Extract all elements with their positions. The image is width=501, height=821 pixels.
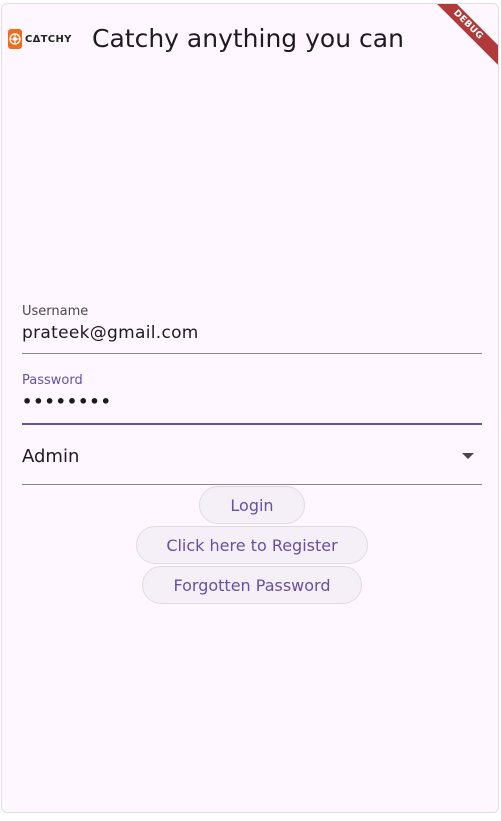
login-button[interactable]: Login [199, 486, 305, 524]
app-window: CΔTCHY Catchy anything you can DEBUG Use… [1, 3, 499, 813]
app-logo: CΔTCHY [8, 28, 71, 50]
password-field[interactable]: Password •••••••• [22, 372, 482, 426]
password-input[interactable]: •••••••• [22, 390, 482, 414]
password-label: Password [22, 373, 83, 388]
dropdown-arrow-icon [462, 453, 474, 459]
role-underline [22, 484, 482, 485]
page-title: Catchy anything you can [92, 24, 404, 53]
username-input[interactable]: prateek@gmail.com [22, 321, 482, 345]
password-underline [22, 423, 482, 425]
logo-badge-icon [8, 29, 22, 49]
username-underline [22, 353, 482, 354]
role-dropdown-value: Admin [22, 446, 80, 467]
forgot-password-button[interactable]: Forgotten Password [142, 566, 362, 604]
app-bar: CΔTCHY Catchy anything you can [2, 4, 498, 78]
logo-text: CΔTCHY [25, 33, 72, 45]
username-label: Username [22, 304, 89, 319]
role-dropdown[interactable]: Admin [22, 434, 482, 485]
register-button[interactable]: Click here to Register [136, 526, 368, 564]
username-field[interactable]: Username prateek@gmail.com [22, 303, 482, 355]
